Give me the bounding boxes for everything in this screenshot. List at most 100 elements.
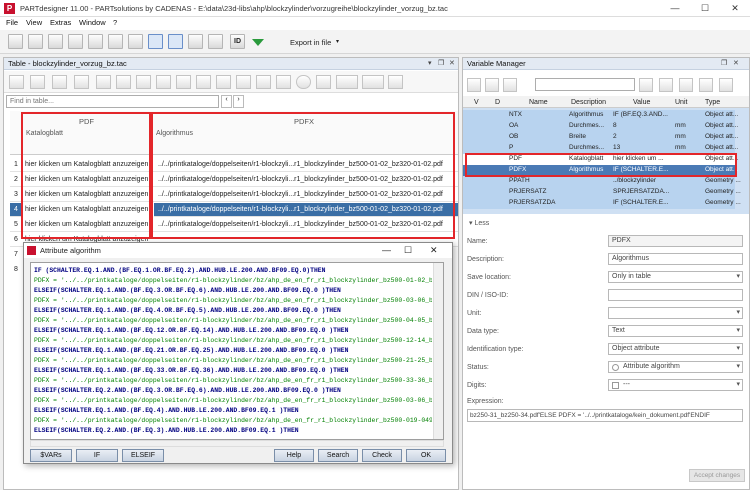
col-type[interactable]: Type: [705, 99, 720, 106]
algorithm-editor[interactable]: IF (SCHALTER.EQ.1.AND.(BF.EQ.1.OR.BF.EQ.…: [30, 262, 444, 440]
table-options-icon[interactable]: [52, 75, 67, 89]
col-name[interactable]: Name: [529, 99, 548, 106]
col-d[interactable]: D: [495, 99, 500, 106]
data-type-select[interactable]: Text: [608, 325, 743, 337]
dialog-minimize-button[interactable]: —: [382, 245, 391, 255]
col-description[interactable]: Description: [571, 99, 606, 106]
close-button[interactable]: ✕: [720, 0, 750, 17]
paste-special-icon[interactable]: [276, 75, 291, 89]
grid-icon[interactable]: [188, 34, 203, 49]
dialog-maximize-button[interactable]: ☐: [404, 245, 412, 256]
list-icon[interactable]: [208, 34, 223, 49]
search-icon[interactable]: [68, 34, 83, 49]
delete-row-icon[interactable]: [30, 75, 45, 89]
accept-changes-button[interactable]: Accept changes: [689, 469, 745, 482]
col-v[interactable]: V: [474, 99, 479, 106]
model-icon[interactable]: [128, 34, 143, 49]
move-up-icon[interactable]: [96, 75, 111, 89]
chevron-down-icon[interactable]: ▾: [336, 38, 339, 45]
pane-float-icon[interactable]: ❐: [721, 59, 727, 67]
pane-float-icon[interactable]: ❐: [438, 59, 444, 67]
vm-filter-icon[interactable]: [467, 78, 481, 92]
export-in-file-button[interactable]: Export in file: [290, 38, 331, 47]
variable-row[interactable]: PPATH ../blockzylinder Geometry ...: [463, 176, 741, 187]
export-icon[interactable]: [362, 75, 384, 89]
expression-field[interactable]: bz250-31_bz250-34.pdf'ELSE PDFX = '../..…: [467, 409, 743, 422]
vm-search-input[interactable]: [535, 78, 635, 91]
find-prev-icon[interactable]: ‹: [221, 95, 232, 108]
move-bottom-icon[interactable]: [156, 75, 171, 89]
delete-icon[interactable]: [296, 75, 311, 89]
new-file-icon[interactable]: [8, 34, 23, 49]
vm-delete-icon[interactable]: [699, 78, 713, 92]
pane-close-icon[interactable]: ✕: [733, 59, 739, 67]
variable-row[interactable]: OA Durchmes... 8 mm Object att...: [463, 121, 738, 132]
help-button[interactable]: Help: [274, 449, 314, 462]
table-icon[interactable]: [168, 34, 183, 49]
save-location-select[interactable]: Only in table: [608, 271, 743, 283]
move-down-icon[interactable]: [116, 75, 131, 89]
open-folder-icon[interactable]: [28, 34, 43, 49]
variable-row[interactable]: PRJERSATZDA IF (SCHALTER.E... Geometry .…: [463, 198, 741, 209]
digits-select[interactable]: ---: [608, 379, 743, 391]
highlight-pdf-column: [21, 112, 151, 239]
variable-table-icon[interactable]: [148, 34, 163, 49]
name-field[interactable]: PDFX: [608, 235, 743, 247]
insert-row-icon[interactable]: [9, 75, 24, 89]
id-button[interactable]: ID: [230, 34, 245, 49]
col-value[interactable]: Value: [633, 99, 650, 106]
move-top-icon[interactable]: [136, 75, 151, 89]
vm-edit-icon[interactable]: [485, 78, 499, 92]
variable-row[interactable]: P Durchmes... 13 mm Object att...: [463, 143, 738, 154]
pane-menu-icon[interactable]: ▾: [428, 59, 432, 67]
vertical-scrollbar[interactable]: [433, 263, 443, 439]
menu-file[interactable]: File: [6, 18, 18, 27]
description-field[interactable]: Algorithmus: [608, 253, 743, 265]
cut-icon[interactable]: [216, 75, 231, 89]
variable-row[interactable]: NTX Algorithmus IF (BF.EQ.3.AND... Objec…: [463, 110, 738, 121]
save-icon[interactable]: [48, 34, 63, 49]
var-value: 13: [613, 144, 621, 151]
elseif-button[interactable]: ELSEIF: [122, 449, 164, 462]
less-toggle[interactable]: ▾ Less: [469, 219, 489, 227]
filter-icon[interactable]: [388, 75, 403, 89]
pane-close-icon[interactable]: ✕: [449, 59, 455, 67]
import-icon[interactable]: [336, 75, 358, 89]
menu-view[interactable]: View: [26, 18, 42, 27]
horizontal-scrollbar[interactable]: [30, 440, 444, 447]
find-next-icon[interactable]: ›: [233, 95, 244, 108]
sort-icon[interactable]: [74, 75, 89, 89]
vars-button[interactable]: $VARs: [30, 449, 72, 462]
menu-window[interactable]: Window: [79, 18, 106, 27]
check-button[interactable]: Check: [362, 449, 402, 462]
search-button[interactable]: Search: [318, 449, 358, 462]
variable-row[interactable]: PRJERSATZ SPRJERSATZDA... Geometry ...: [463, 187, 741, 198]
vm-sort-az-icon[interactable]: [719, 78, 733, 92]
ok-button[interactable]: OK: [406, 449, 446, 462]
green-arrow-icon[interactable]: [252, 39, 264, 46]
arrow-right-icon[interactable]: [176, 75, 191, 89]
vm-add-icon[interactable]: [639, 78, 653, 92]
rename-icon[interactable]: [316, 75, 331, 89]
menu-help[interactable]: ?: [113, 18, 117, 27]
paste-icon[interactable]: [256, 75, 271, 89]
dialog-close-button[interactable]: ✕: [430, 245, 438, 256]
minimize-button[interactable]: —: [660, 0, 690, 17]
din-iso-id-field[interactable]: [608, 289, 743, 301]
variable-row[interactable]: OB Breite 2 mm Object att...: [463, 132, 738, 143]
view-icon[interactable]: [88, 34, 103, 49]
unit-select[interactable]: [608, 307, 743, 319]
col-unit[interactable]: Unit: [675, 99, 687, 106]
menu-extras[interactable]: Extras: [50, 18, 71, 27]
arrow-down-icon[interactable]: [196, 75, 211, 89]
status-select[interactable]: Attribute algorithm: [608, 361, 743, 373]
geometry-icon[interactable]: [108, 34, 123, 49]
maximize-button[interactable]: ☐: [690, 0, 720, 17]
copy-icon[interactable]: [236, 75, 251, 89]
vm-sort-icon[interactable]: [503, 78, 517, 92]
vm-table-icon[interactable]: [659, 78, 673, 92]
if-button[interactable]: IF: [76, 449, 118, 462]
find-in-table-input[interactable]: Find in table...: [6, 95, 219, 108]
identification-type-select[interactable]: Object attribute: [608, 343, 743, 355]
vm-properties-icon[interactable]: [679, 78, 693, 92]
